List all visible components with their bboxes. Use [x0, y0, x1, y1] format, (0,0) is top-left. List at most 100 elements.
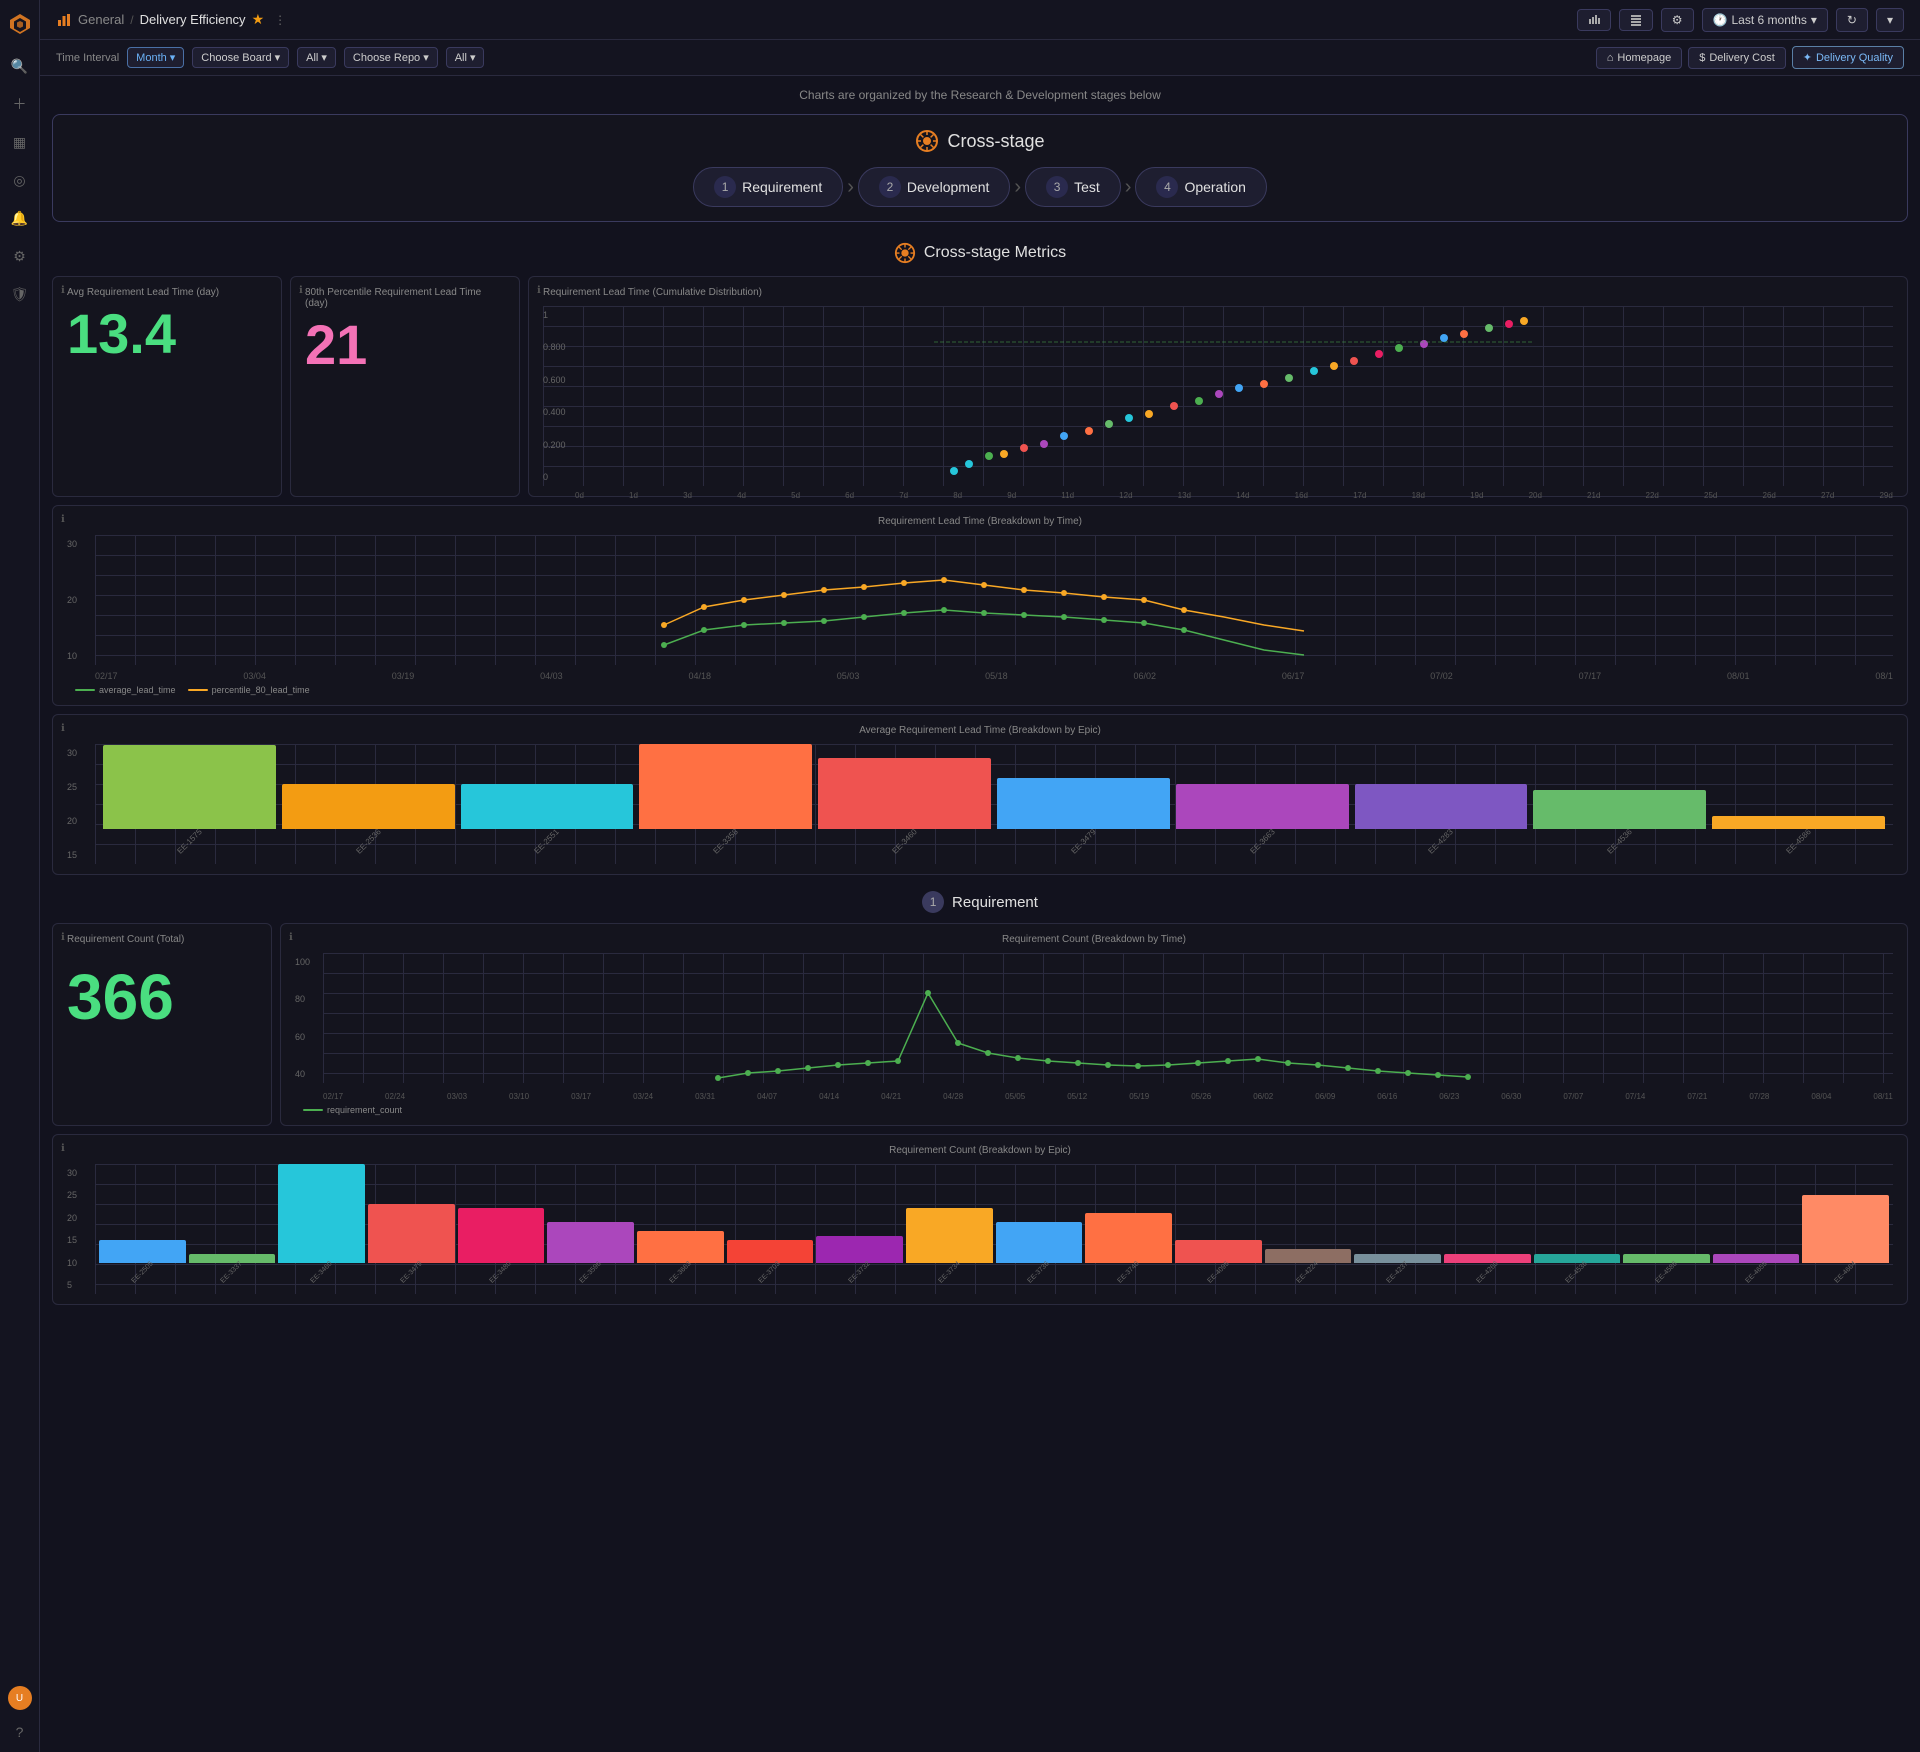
settings-icon[interactable]: ⚙ — [10, 246, 30, 266]
req-epic-bar-item: EE-3736 — [996, 1164, 1083, 1276]
req-epic-bar — [1175, 1240, 1262, 1263]
homepage-tab[interactable]: ⌂ Homepage — [1596, 47, 1682, 69]
info-icon-5[interactable]: ℹ — [61, 723, 65, 734]
req-epic-bar-item: EE-3740 — [1085, 1164, 1172, 1276]
stage-development: 2 Development — [858, 167, 1011, 207]
req-count-title: Requirement Count (Total) — [67, 934, 257, 945]
epic-bar — [282, 784, 455, 829]
shield-icon[interactable]: 🛡 — [10, 284, 30, 304]
choose-repo-label: Choose Repo — [353, 52, 420, 64]
req-epic-bar-item: EE-3596 — [547, 1164, 634, 1276]
grid-icon[interactable]: ▦ — [10, 132, 30, 152]
refresh-btn[interactable]: ↻ — [1836, 8, 1868, 32]
epic-bar — [1533, 790, 1706, 829]
topbar-left: General / Delivery Efficiency ★ ⋮ — [56, 10, 1569, 30]
table-view-btn[interactable] — [1619, 9, 1653, 31]
help-icon[interactable]: ? — [10, 1722, 30, 1742]
req-epic-bar-item: EE-3732 — [816, 1164, 903, 1276]
metrics-row-1: ℹ Avg Requirement Lead Time (day) 13.4 ℹ… — [52, 276, 1908, 497]
epic-bar-item: EE-3479 — [997, 744, 1170, 846]
delivery-cost-tab[interactable]: $ Delivery Cost — [1688, 47, 1786, 69]
req-epic-bar-item: EE-4095 — [1175, 1164, 1262, 1276]
req-epic-bar — [1085, 1213, 1172, 1263]
time-filter-chevron: ▾ — [1811, 13, 1817, 27]
x-labels-cumulative: 0d1d3d4d5d6d7d8d9d11d12d13d14d16d17d18d1… — [575, 491, 1893, 500]
settings-btn[interactable]: ⚙ — [1661, 8, 1694, 32]
req-epic-bar — [996, 1222, 1083, 1263]
req-epic-bar-item: EE-4224 — [1265, 1164, 1352, 1276]
stage-num-4: 4 — [1156, 176, 1178, 198]
req-epic-bar — [99, 1240, 186, 1263]
avatar[interactable]: U — [8, 1686, 32, 1710]
choose-repo-dropdown[interactable]: Choose Repo ▾ — [344, 47, 438, 68]
info-icon-2[interactable]: ℹ — [299, 285, 303, 296]
req-epic-bar — [1534, 1254, 1621, 1263]
req-epic-bar — [1623, 1254, 1710, 1263]
req-epic-bar — [906, 1208, 993, 1263]
req-epic-bar — [1713, 1254, 1800, 1263]
req-epic-bar — [727, 1240, 814, 1263]
cumulative-svg — [575, 306, 1893, 486]
cost-icon: $ — [1699, 52, 1705, 64]
favorite-icon[interactable]: ★ — [252, 11, 265, 28]
all-label-2: All — [455, 52, 467, 64]
time-filter-value: Last 6 months — [1732, 13, 1807, 27]
req-epic-bar-item: EE-3480 — [458, 1164, 545, 1276]
req-epic-bar-item: EE-3703 — [727, 1164, 814, 1276]
info-icon-1[interactable]: ℹ — [61, 285, 65, 296]
legend-dot-avg — [75, 689, 95, 691]
cumulative-chart-area: 10.8000.6000.4000.2000 — [543, 306, 1893, 486]
info-icon-4[interactable]: ℹ — [61, 514, 65, 525]
req-count-card: ℹ Requirement Count (Total) 366 — [52, 923, 272, 1126]
search-icon[interactable]: 🔍 — [10, 56, 30, 76]
req-breakdown-card: ℹ Requirement Count (Breakdown by Time) … — [280, 923, 1908, 1126]
req-epic-bar-item: EE-3460 — [278, 1164, 365, 1276]
table-icon — [1630, 14, 1642, 26]
y-axis-req: 100806040 — [295, 953, 310, 1083]
time-interval-label: Time Interval — [56, 52, 119, 64]
metrics-icon — [894, 242, 916, 264]
cross-stage-title: Cross-stage — [69, 129, 1891, 153]
breadcrumb-sep: / — [130, 13, 133, 27]
choose-board-dropdown[interactable]: Choose Board ▾ — [192, 47, 289, 68]
stage-flow: 1 Requirement › 2 Development › 3 Test ›… — [69, 167, 1891, 207]
req-epic-bar-item: EE-4260 — [1444, 1164, 1531, 1276]
chart-type-btn[interactable] — [1577, 9, 1611, 31]
quality-icon: ✦ — [1803, 51, 1812, 64]
chart-icon — [56, 12, 72, 28]
x-labels-breakdown: 02/1703/0403/1904/0304/1805/0305/1806/02… — [95, 671, 1893, 681]
legend-p80: percentile_80_lead_time — [188, 685, 310, 695]
stage-num-1: 1 — [714, 176, 736, 198]
app-logo[interactable] — [6, 10, 34, 38]
epic-bar — [1176, 784, 1349, 829]
month-dropdown[interactable]: Month ▾ — [127, 47, 184, 68]
all-board-dropdown[interactable]: All ▾ — [297, 47, 336, 68]
all-repo-dropdown[interactable]: All ▾ — [446, 47, 485, 68]
breakdown-chart-area: 302010 — [95, 535, 1893, 665]
stage-label-3: Test — [1074, 179, 1100, 195]
board-chevron: ▾ — [275, 51, 281, 64]
req-epic-bar — [278, 1164, 365, 1263]
delivery-quality-tab[interactable]: ✦ Delivery Quality — [1792, 46, 1904, 69]
req-epic-bar — [368, 1204, 455, 1263]
add-icon[interactable]: ＋ — [10, 94, 30, 114]
target-icon[interactable]: ◎ — [10, 170, 30, 190]
p80-lead-time-value: 21 — [305, 317, 505, 373]
info-icon-7[interactable]: ℹ — [289, 932, 293, 943]
y-axis-req-epic: 30252015105 — [67, 1164, 77, 1294]
epic-bar — [818, 758, 991, 829]
info-icon-8[interactable]: ℹ — [61, 1143, 65, 1154]
info-icon-3[interactable]: ℹ — [537, 285, 541, 296]
time-filter-btn[interactable]: 🕐 Last 6 months ▾ — [1702, 8, 1828, 32]
info-icon-6[interactable]: ℹ — [61, 932, 65, 943]
req-epic-bar — [1444, 1254, 1531, 1263]
stage-test: 3 Test — [1025, 167, 1121, 207]
bell-icon[interactable]: 🔔 — [10, 208, 30, 228]
req-epic-bar-item: EE-3337 — [189, 1164, 276, 1276]
share-icon[interactable]: ⋮ — [270, 10, 290, 30]
stage-num-2: 2 — [879, 176, 901, 198]
more-btn[interactable]: ▾ — [1876, 8, 1904, 32]
avg-lead-time-title: Avg Requirement Lead Time (day) — [67, 287, 267, 298]
epic-bars-container: EE-1575 EE-2536 EE-2551 EE-3358 EE-3460 … — [95, 744, 1893, 846]
all-label-1: All — [306, 52, 318, 64]
